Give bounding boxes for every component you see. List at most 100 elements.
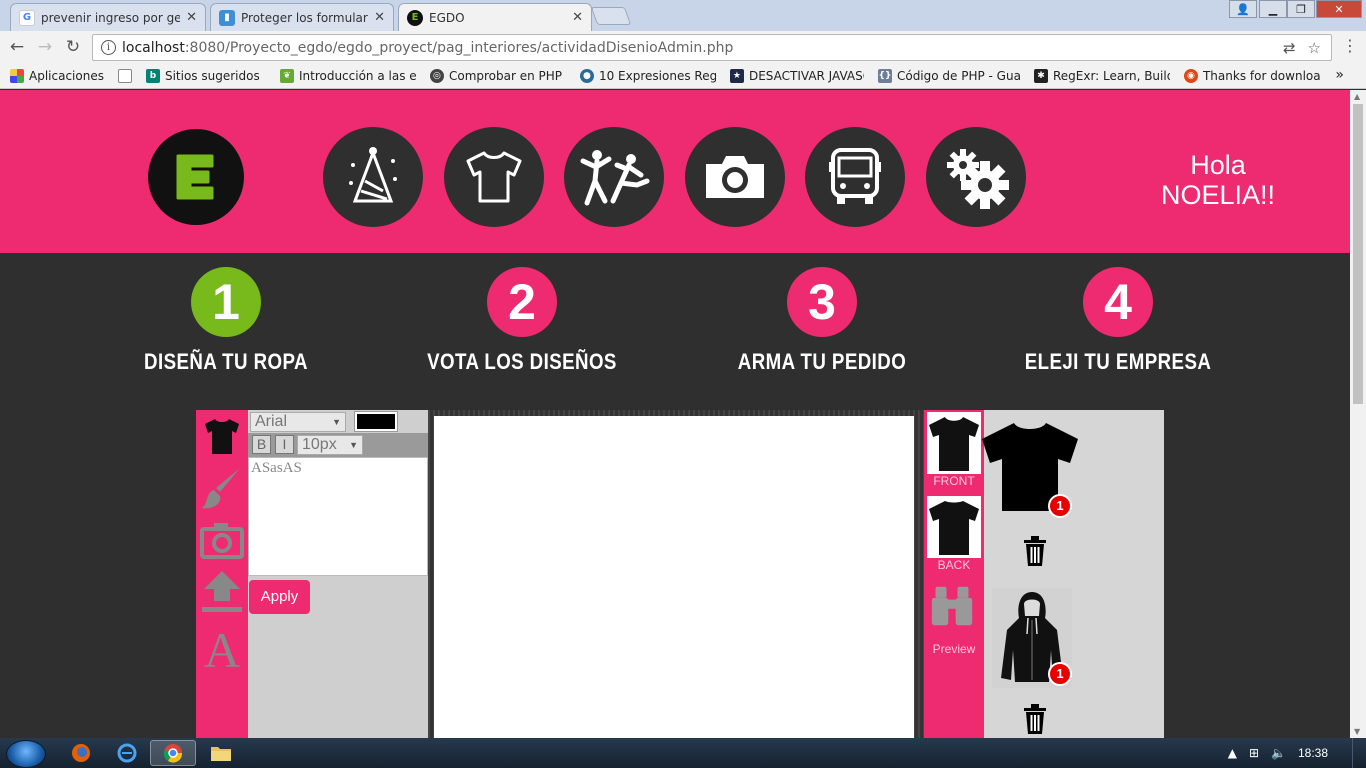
bookmark-codigo-php[interactable]: {} Código de PHP - Guar — [877, 68, 1020, 83]
forward-arrow-icon[interactable]: → — [34, 36, 56, 58]
scroll-down-icon[interactable]: ▼ — [1354, 727, 1360, 736]
front-view-label: FRONT — [933, 474, 975, 488]
info-icon[interactable]: i — [101, 40, 116, 55]
italic-button[interactable]: I — [275, 435, 294, 454]
brush-tool-button[interactable] — [200, 464, 244, 512]
taskbar-explorer[interactable] — [198, 740, 244, 766]
delete-hoodie-button[interactable] — [1022, 704, 1048, 734]
minimize-icon[interactable]: ▁ — [1259, 0, 1287, 18]
product-hoodie[interactable]: 1 — [992, 588, 1072, 688]
bookmark-desactivar[interactable]: ★ DESACTIVAR JAVASCR — [729, 68, 864, 83]
font-size-select[interactable]: 10px ▼ — [297, 435, 363, 455]
font-family-select[interactable]: Arial ▼ — [250, 412, 346, 432]
nav-party[interactable] — [323, 127, 423, 227]
step-3[interactable]: 3 ARMA TU PEDIDO — [702, 267, 942, 375]
bookmark-apps[interactable]: Aplicaciones — [10, 68, 104, 83]
back-arrow-icon[interactable]: ← — [6, 36, 28, 58]
bookmark-label: Código de PHP - Guar — [896, 68, 1020, 83]
step-2[interactable]: 2 VOTA LOS DISEÑOS — [402, 267, 642, 375]
scrollbar-thumb[interactable] — [1353, 104, 1363, 404]
preview-button[interactable] — [930, 582, 974, 630]
nav-transport[interactable] — [805, 127, 905, 227]
new-tab-button[interactable] — [590, 7, 632, 25]
more-bookmarks-button[interactable]: » — [1335, 67, 1344, 83]
party-hat-icon — [349, 147, 397, 203]
bookmark-page[interactable] — [117, 68, 132, 83]
internet-explorer-icon — [117, 743, 137, 763]
tshirt-front-icon — [929, 417, 979, 471]
url-path: :8080/Proyecto_egdo/egdo_proyect/pag_int… — [184, 39, 734, 56]
bookmark-introduccion[interactable]: ❦ Introducción a las exp — [279, 68, 416, 83]
bookmark-thanks[interactable]: ◉ Thanks for downloadi — [1183, 68, 1320, 83]
bold-button[interactable]: B — [252, 435, 271, 454]
close-tab-icon[interactable]: ✕ — [572, 10, 583, 25]
php-icon: ◎ — [429, 68, 444, 83]
photo-tool-button[interactable] — [200, 516, 244, 564]
camera-icon — [706, 156, 764, 198]
close-tab-icon[interactable]: ✕ — [374, 10, 385, 25]
browser-menu-icon[interactable]: ⋮ — [1342, 36, 1358, 55]
bookmark-comprobar[interactable]: ◎ Comprobar en PHP si — [429, 68, 566, 83]
reload-icon[interactable]: ↻ — [62, 36, 84, 58]
trash-icon — [1024, 536, 1046, 566]
back-view-button[interactable] — [927, 496, 981, 558]
step-label: VOTA LOS DISEÑOS — [427, 349, 617, 374]
page-scrollbar[interactable]: ▲ ▼ — [1350, 90, 1366, 738]
bus-icon — [829, 148, 881, 204]
bookmarks-bar: Aplicaciones b Sitios sugeridos ❦ Introd… — [0, 63, 1366, 89]
design-canvas[interactable] — [434, 416, 914, 738]
product-list: 1 1 — [982, 410, 1164, 738]
tab-title: EGDO — [429, 10, 465, 25]
bookmark-sugeridos[interactable]: b Sitios sugeridos — [145, 68, 266, 83]
show-desktop-button[interactable] — [1352, 738, 1366, 768]
bookmark-regexr[interactable]: ✱ RegExr: Learn, Build, & — [1033, 68, 1170, 83]
tab-prevenir[interactable]: G prevenir ingreso por get ✕ — [10, 3, 206, 31]
network-icon[interactable]: ⊞ — [1249, 746, 1259, 760]
step-label: DISEÑA TU ROPA — [144, 349, 308, 374]
tab-egdo[interactable]: E EGDO ✕ — [398, 3, 592, 31]
maximize-icon[interactable]: ❐ — [1287, 0, 1315, 18]
front-view-button[interactable] — [927, 412, 981, 474]
design-text-input[interactable]: ASasAS — [248, 457, 428, 576]
translate-icon[interactable]: ⇄ — [1283, 39, 1296, 57]
text-color-picker[interactable] — [354, 411, 398, 432]
close-window-icon[interactable]: ✕ — [1316, 0, 1362, 18]
nav-photos[interactable] — [685, 127, 785, 227]
nav-settings[interactable] — [926, 127, 1026, 227]
site-logo[interactable] — [148, 129, 244, 225]
taskbar-ie[interactable] — [104, 740, 150, 766]
progress-steps: 1 DISEÑA TU ROPA 2 VOTA LOS DISEÑOS 3 AR… — [0, 253, 1350, 410]
step-1[interactable]: 1 DISEÑA TU ROPA — [106, 267, 346, 375]
page-icon: ▮ — [219, 9, 235, 26]
greeting-hola: Hola — [1190, 150, 1246, 180]
taskbar-firefox[interactable] — [58, 740, 104, 766]
tray-expand-icon[interactable]: ▲ — [1228, 746, 1237, 760]
volume-icon[interactable]: 🔈 — [1271, 746, 1286, 760]
user-icon[interactable]: 👤 — [1229, 0, 1257, 18]
bookmark-star-icon[interactable]: ☆ — [1308, 39, 1321, 57]
text-tool-icon: A — [203, 622, 241, 678]
text-tool-button[interactable]: A — [200, 622, 244, 678]
bookmark-expresiones[interactable]: ● 10 Expresiones Regula — [579, 68, 716, 83]
egdo-logo-icon — [176, 154, 214, 200]
product-count-badge: 1 — [1048, 494, 1072, 518]
egdo-logo-icon: E — [407, 9, 423, 26]
step-4[interactable]: 4 ELEJI TU EMPRESA — [998, 267, 1238, 375]
chevron-down-icon: ▼ — [332, 417, 341, 427]
taskbar-chrome[interactable] — [150, 740, 196, 766]
nav-clothes[interactable] — [444, 127, 544, 227]
taskbar-clock[interactable]: 18:38 — [1298, 746, 1328, 760]
nav-dance[interactable] — [564, 127, 664, 227]
close-tab-icon[interactable]: ✕ — [186, 10, 197, 25]
tab-proteger[interactable]: ▮ Proteger los formularios ✕ — [210, 3, 394, 31]
star-icon: ★ — [729, 68, 744, 83]
apply-button[interactable]: Apply — [249, 580, 310, 614]
upload-tool-button[interactable] — [200, 568, 244, 616]
start-button[interactable] — [6, 740, 46, 768]
delete-tshirt-button[interactable] — [1022, 536, 1048, 566]
scroll-up-icon[interactable]: ▲ — [1354, 92, 1360, 101]
address-bar[interactable]: i localhost:8080/Proyecto_egdo/egdo_proy… — [92, 34, 1332, 61]
tshirt-tool-icon — [205, 419, 239, 454]
tshirt-tool-button[interactable] — [200, 412, 244, 460]
product-tshirt[interactable]: 1 — [980, 418, 1080, 518]
